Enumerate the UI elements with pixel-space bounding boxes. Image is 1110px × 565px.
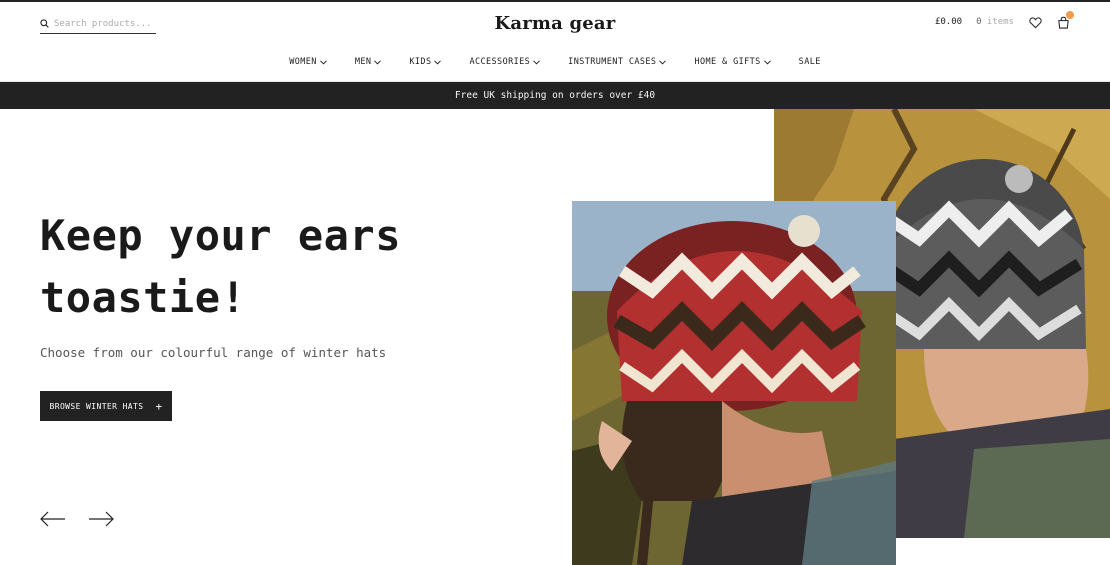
hero-section: Keep your ears toastie! Choose from our … — [0, 109, 1110, 565]
headline-line-1: Keep your ears — [40, 211, 402, 260]
cart-total[interactable]: £0.00 — [935, 17, 962, 27]
nav-item-kids[interactable]: KIDS — [395, 57, 455, 67]
cart-items-count[interactable]: 0 items — [976, 17, 1014, 27]
hero-subtext: Choose from our colourful range of winte… — [40, 345, 387, 360]
chevron-down-icon — [533, 59, 541, 65]
cart-badge — [1066, 11, 1074, 19]
browse-winter-hats-button[interactable]: BROWSE WINTER HATS + — [40, 391, 172, 421]
nav-label: SALE — [798, 57, 821, 67]
chevron-down-icon — [319, 59, 327, 65]
cta-label: BROWSE WINTER HATS — [49, 401, 144, 411]
items-count-value: 0 — [976, 17, 982, 27]
search-box[interactable] — [40, 14, 156, 34]
chevron-down-icon — [659, 59, 667, 65]
hero-headline: Keep your ears toastie! — [40, 205, 460, 329]
slider-next-button[interactable] — [88, 511, 114, 527]
search-input[interactable] — [54, 18, 150, 29]
nav-item-accessories[interactable]: ACCESSORIES — [455, 57, 554, 67]
nav-label: HOME & GIFTS — [694, 57, 761, 67]
hero-image-primary — [572, 201, 896, 565]
nav-item-instrument-cases[interactable]: INSTRUMENT CASES — [554, 57, 680, 67]
nav-item-sale[interactable]: SALE — [785, 57, 835, 67]
promo-banner: Free UK shipping on orders over £40 — [0, 82, 1110, 109]
items-count-label: items — [986, 17, 1014, 27]
site-header: Karma gear £0.00 0 items WOMEN MEN KIDS … — [0, 2, 1110, 82]
arrow-left-icon — [40, 511, 65, 527]
nav-item-men[interactable]: MEN — [341, 57, 396, 67]
slider-prev-button[interactable] — [40, 511, 66, 527]
plus-icon: + — [155, 399, 163, 413]
nav-label: KIDS — [409, 57, 432, 67]
search-icon[interactable] — [40, 19, 49, 28]
heart-icon — [1028, 16, 1042, 28]
nav-label: ACCESSORIES — [469, 57, 531, 67]
wishlist-button[interactable] — [1028, 15, 1042, 29]
nav-label: WOMEN — [289, 57, 317, 67]
cart-button[interactable] — [1056, 11, 1074, 29]
nav-label: MEN — [354, 57, 372, 67]
chevron-down-icon — [434, 59, 442, 65]
main-nav: WOMEN MEN KIDS ACCESSORIES INSTRUMENT CA… — [0, 57, 1110, 67]
site-logo[interactable]: Karma gear — [495, 13, 616, 34]
nav-item-home-gifts[interactable]: HOME & GIFTS — [680, 57, 784, 67]
arrow-right-icon — [89, 511, 114, 527]
hat-photo-red — [572, 201, 896, 565]
chevron-down-icon — [763, 59, 771, 65]
header-tools: £0.00 0 items — [935, 11, 1074, 29]
nav-label: INSTRUMENT CASES — [568, 57, 657, 67]
chevron-down-icon — [374, 59, 382, 65]
promo-text: Free UK shipping on orders over £40 — [454, 90, 656, 101]
nav-item-women[interactable]: WOMEN — [275, 57, 341, 67]
headline-line-2: toastie! — [40, 273, 247, 322]
